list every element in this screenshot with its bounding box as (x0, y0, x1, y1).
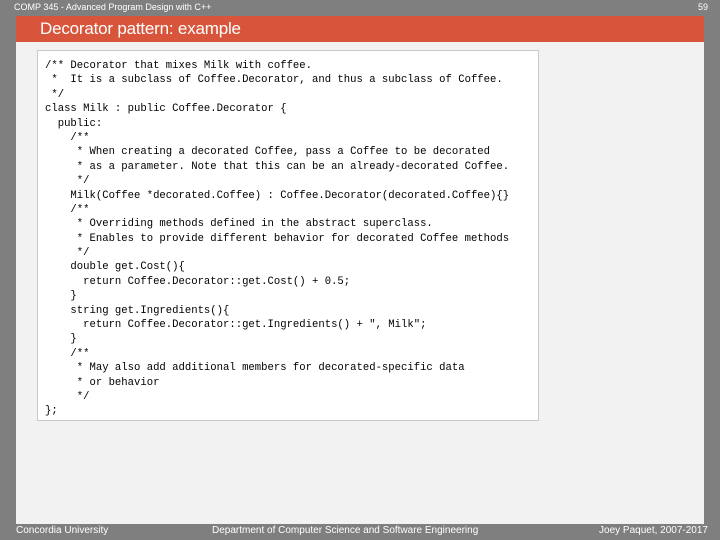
page-number: 59 (697, 2, 708, 12)
code-line: */ (45, 247, 90, 260)
code-line: public: (45, 117, 103, 130)
footer-author: Joey Paquet, 2007-2017 (599, 525, 708, 536)
code-listing: /** Decorator that mixes Milk with coffe… (45, 59, 509, 419)
slide: Decorator pattern: example /** Decorator… (16, 16, 704, 524)
code-line: Milk(Coffee *decorated.Coffee) : Coffee.… (45, 189, 510, 202)
code-line: * May also add additional members for de… (45, 362, 465, 375)
code-line: */ (45, 390, 90, 403)
code-line: class Milk : public Coffee.Decorator { (45, 103, 287, 116)
code-line: * or behavior (45, 376, 160, 389)
code-line: * Enables to provide different behavior … (45, 232, 510, 245)
code-line: /** (45, 131, 90, 144)
code-line: return Coffee.Decorator::get.Cost() + 0.… (45, 275, 351, 288)
code-line: } (45, 290, 77, 303)
code-line: return Coffee.Decorator::get.Ingredients… (45, 319, 427, 332)
code-line: /** (45, 347, 90, 360)
code-line: */ (45, 88, 65, 101)
code-line: /** (45, 203, 90, 216)
code-line: /** Decorator that mixes Milk with coffe… (45, 60, 313, 72)
top-bar: COMP 345 - Advanced Program Design with … (0, 0, 720, 16)
code-line: * Overriding methods defined in the abst… (45, 218, 433, 231)
code-line: * as a parameter. Note that this can be … (45, 160, 510, 173)
code-line: }; (45, 405, 58, 418)
footer: Concordia University Department of Compu… (0, 523, 720, 540)
code-line: */ (45, 175, 90, 188)
code-line: * It is a subclass of Coffee.Decorator, … (45, 74, 503, 87)
footer-department: Department of Computer Science and Softw… (212, 525, 479, 536)
footer-university: Concordia University (16, 525, 109, 536)
code-line: * When creating a decorated Coffee, pass… (45, 146, 491, 159)
title-bar: Decorator pattern: example (16, 16, 704, 42)
course-title: COMP 345 - Advanced Program Design with … (14, 2, 212, 12)
slide-title: Decorator pattern: example (40, 19, 241, 38)
code-line: double get.Cost(){ (45, 261, 185, 274)
code-line: string get.Ingredients(){ (45, 304, 230, 317)
code-line: } (45, 333, 77, 346)
code-box: /** Decorator that mixes Milk with coffe… (37, 50, 539, 421)
